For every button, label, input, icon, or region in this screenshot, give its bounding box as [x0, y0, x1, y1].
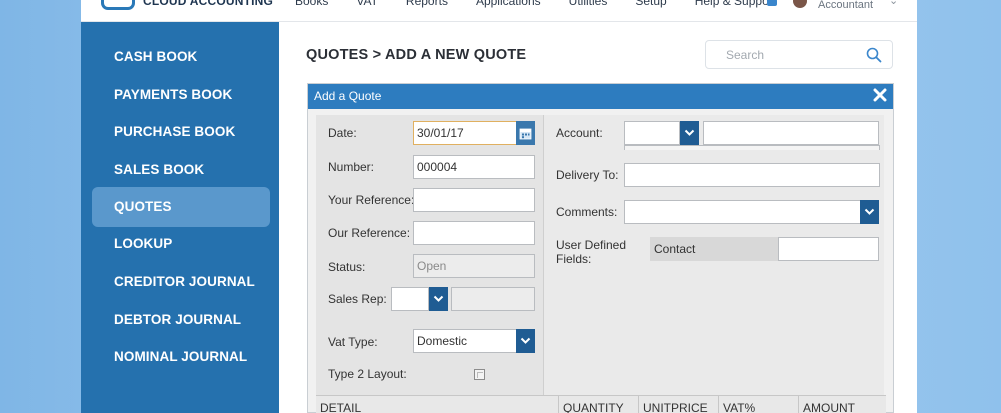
number-field[interactable]: 000004	[413, 155, 535, 179]
sidebar-item-quotes[interactable]: QUOTES	[92, 187, 270, 227]
sidebar: CASH BOOK PAYMENTS BOOK PURCHASE BOOK SA…	[81, 22, 279, 413]
column-unitprice: UNITPRICE	[638, 396, 718, 413]
delivery-to-field[interactable]	[624, 163, 880, 187]
dialog-header: Add a Quote	[308, 84, 893, 109]
calendar-button[interactable]	[516, 121, 535, 145]
customer-panel: Account: Delivery To: Comments: User Def…	[544, 115, 884, 395]
status-label: Status:	[328, 260, 366, 274]
menu-item-help-support[interactable]: Help & Support	[695, 0, 776, 8]
account-name-field[interactable]	[703, 121, 879, 145]
chevron-down-icon[interactable]: ⌄	[889, 0, 898, 7]
account-label: Account:	[556, 126, 603, 140]
quote-details-panel: Date: 30/01/17 Number: 000004 Your Refer…	[316, 115, 544, 395]
logo-icon	[101, 0, 135, 10]
sales-rep-name-field	[451, 287, 535, 311]
your-reference-field[interactable]	[413, 188, 535, 212]
sidebar-item-sales-book[interactable]: SALES BOOK	[92, 150, 270, 190]
bell-icon[interactable]	[767, 0, 777, 6]
search-box	[705, 40, 893, 69]
date-field[interactable]: 30/01/17	[413, 121, 517, 145]
contact-label: Contact	[650, 237, 778, 261]
account-dropdown-button[interactable]	[680, 121, 699, 145]
column-quantity: QUANTITY	[558, 396, 638, 413]
sales-rep-label: Sales Rep:	[328, 292, 387, 306]
vat-type-label: Vat Type:	[328, 335, 378, 349]
account-select[interactable]	[624, 121, 680, 145]
menu-item-vat[interactable]: VAT	[356, 0, 378, 8]
column-amount: AMOUNT	[798, 396, 886, 413]
sales-rep-dropdown-button[interactable]	[429, 287, 448, 311]
quote-lines-grid-header: DETAIL QUANTITY UNITPRICE VAT% AMOUNT	[316, 395, 886, 413]
contact-field[interactable]	[778, 237, 879, 261]
sidebar-item-payments-book[interactable]: PAYMENTS BOOK	[92, 75, 270, 115]
chevron-down-icon	[433, 295, 444, 302]
chevron-down-icon	[520, 337, 531, 344]
sidebar-item-nominal-journal[interactable]: NOMINAL JOURNAL	[92, 337, 270, 377]
comments-dropdown-button[interactable]	[860, 200, 879, 224]
add-quote-dialog: Add a Quote Date: 30/01/17 Number: 00000…	[307, 83, 894, 413]
sidebar-item-purchase-book[interactable]: PURCHASE BOOK	[92, 112, 270, 152]
search-input[interactable]	[706, 41, 856, 68]
close-icon[interactable]	[873, 88, 887, 102]
our-reference-field[interactable]	[413, 221, 535, 245]
main-menu: Books VAT Reports Applications Utilities…	[295, 0, 804, 8]
vat-type-dropdown-button[interactable]	[516, 329, 535, 353]
date-label: Date:	[328, 126, 357, 140]
user-role: Accountant	[818, 0, 874, 11]
sidebar-item-lookup[interactable]: LOOKUP	[92, 224, 270, 264]
search-icon[interactable]	[866, 47, 882, 63]
your-reference-label: Your Reference:	[328, 193, 415, 207]
sales-rep-select[interactable]	[391, 287, 429, 311]
menu-item-setup[interactable]: Setup	[635, 0, 666, 8]
logo-text: CLOUD ACCOUNTING	[143, 0, 274, 8]
chevron-down-icon	[864, 208, 875, 215]
status-field: Open	[413, 254, 535, 278]
chevron-down-icon	[684, 129, 695, 136]
comments-select[interactable]	[624, 200, 861, 224]
page-title: QUOTES > ADD A NEW QUOTE	[306, 47, 527, 63]
comments-label: Comments:	[556, 205, 618, 219]
calendar-icon	[519, 128, 532, 139]
column-vat-percent: VAT%	[718, 396, 798, 413]
menu-item-applications[interactable]: Applications	[476, 0, 541, 8]
sidebar-item-debtor-journal[interactable]: DEBTOR JOURNAL	[92, 300, 270, 340]
delivery-to-label: Delivery To:	[556, 168, 619, 182]
vat-type-select[interactable]: Domestic	[413, 329, 517, 353]
menu-item-books[interactable]: Books	[295, 0, 328, 8]
user-defined-fields-label-line1: User Defined	[556, 238, 627, 252]
sidebar-item-creditor-journal[interactable]: CREDITOR JOURNAL	[92, 262, 270, 302]
number-label: Number:	[328, 160, 375, 174]
type2-layout-label: Type 2 Layout:	[328, 367, 407, 381]
app-window: CLOUD ACCOUNTING Books VAT Reports Appli…	[81, 0, 917, 413]
type2-layout-checkbox[interactable]	[474, 369, 485, 380]
top-nav: CLOUD ACCOUNTING Books VAT Reports Appli…	[81, 0, 917, 22]
avatar[interactable]	[793, 0, 807, 8]
menu-item-utilities[interactable]: Utilities	[569, 0, 608, 8]
dialog-title: Add a Quote	[314, 89, 382, 103]
address-line-field[interactable]	[624, 145, 880, 150]
column-detail: DETAIL	[320, 401, 362, 413]
sidebar-item-cash-book[interactable]: CASH BOOK	[92, 37, 270, 77]
menu-item-reports[interactable]: Reports	[406, 0, 448, 8]
user-defined-fields-label-line2: Fields:	[556, 252, 592, 266]
our-reference-label: Our Reference:	[328, 226, 411, 240]
